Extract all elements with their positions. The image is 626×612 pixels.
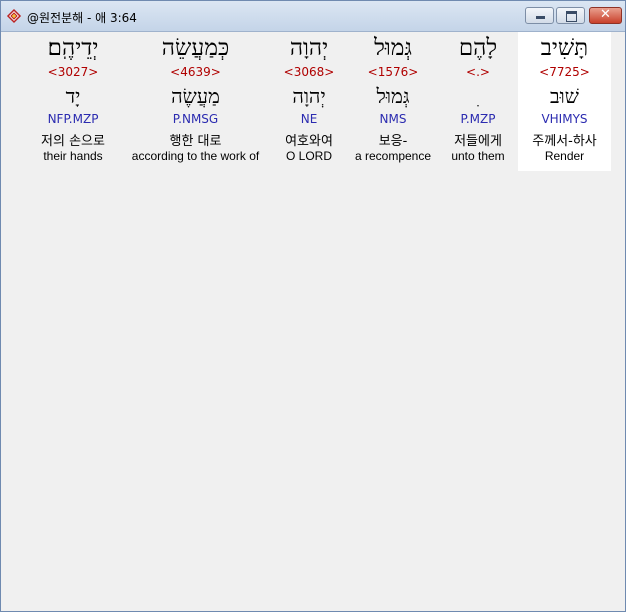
- parse-code: VHIMYS: [541, 112, 588, 126]
- parse-code: P.MZP: [460, 112, 496, 126]
- word-column[interactable]: כְּמַעֲשֵׂה <4639> מַעֲשֶׂה P.NMSG 행한 대로…: [125, 32, 266, 171]
- english-gloss: according to the work of: [131, 149, 260, 163]
- strong-number: <.>: [466, 65, 490, 79]
- korean-gloss: 여호와여: [285, 134, 333, 149]
- maximize-button[interactable]: [556, 7, 585, 24]
- english-gloss: their hands: [43, 149, 103, 163]
- close-button[interactable]: ✕: [589, 7, 622, 24]
- app-logo-icon: [6, 8, 22, 24]
- korean-gloss: 주께서-하사: [532, 134, 597, 149]
- lemma-word: ִ: [439, 84, 517, 110]
- lemma-word: יְהוָה: [292, 84, 326, 108]
- title-bar[interactable]: @원전분해 - 애 3:64 ✕: [1, 1, 625, 32]
- lemma-word: יָד: [65, 84, 81, 108]
- parse-code: NE: [300, 112, 318, 126]
- english-gloss: O LORD: [285, 149, 332, 163]
- parse-code: NMS: [379, 112, 407, 126]
- word-column-selected[interactable]: תָּשִׁיב <7725> שׁוּב VHIMYS 주께서-하사 Rend…: [518, 32, 611, 171]
- hebrew-word: לָהֶם: [458, 35, 498, 61]
- hebrew-word: יְדֵיהֶֽם׃: [47, 35, 99, 61]
- strong-number: <7725>: [539, 65, 590, 79]
- hebrew-word: תָּשִׁיב: [540, 35, 589, 61]
- korean-gloss: 보응-: [378, 134, 408, 149]
- korean-gloss: 행한 대로: [169, 134, 222, 149]
- word-column[interactable]: לָהֶם <.> ִ P.MZP 저들에게 unto them: [439, 32, 517, 171]
- strong-number: <3027>: [47, 65, 99, 79]
- window-title: @원전분해 - 애 3:64: [27, 11, 137, 25]
- word-column[interactable]: יְדֵיהֶֽם׃ <3027> יָד NFP.MZP 저의 손으로 the…: [3, 32, 143, 171]
- close-icon: ✕: [600, 7, 611, 22]
- analysis-window: @원전분해 - 애 3:64 ✕ יְדֵיהֶֽם׃ <3027> יָד N…: [0, 0, 626, 612]
- english-gloss: Render: [544, 149, 585, 163]
- word-column[interactable]: יְהוָה <3068> יְהוָה NE 여호와여 O LORD: [270, 32, 348, 171]
- strong-number: <1576>: [367, 65, 419, 79]
- korean-gloss: 저의 손으로: [41, 134, 105, 149]
- hebrew-word: יְהוָה: [289, 35, 329, 61]
- hebrew-word: כְּמַעֲשֵׂה: [161, 35, 230, 61]
- lemma-word: גְּמוּל: [376, 84, 410, 108]
- strong-number: <4639>: [170, 65, 221, 79]
- lemma-word: שׁוּב: [550, 84, 579, 108]
- lemma-word: מַעֲשֶׂה: [171, 84, 220, 108]
- minimize-button[interactable]: [525, 7, 554, 24]
- english-gloss: unto them: [451, 149, 505, 163]
- maximize-icon: [566, 11, 577, 22]
- strong-number: <3068>: [283, 65, 335, 79]
- hebrew-word: גְּמוּל: [374, 35, 412, 61]
- word-analysis-panel: יְדֵיהֶֽם׃ <3027> יָד NFP.MZP 저의 손으로 the…: [3, 32, 623, 608]
- minimize-icon: [536, 16, 545, 19]
- parse-code: NFP.MZP: [47, 112, 99, 126]
- korean-gloss: 저들에게: [454, 134, 502, 149]
- parse-code: P.NMSG: [172, 112, 219, 126]
- word-column[interactable]: גְּמוּל <1576> גְּמוּל NMS 보응- a recompe…: [349, 32, 437, 171]
- english-gloss: a recompence: [354, 149, 432, 163]
